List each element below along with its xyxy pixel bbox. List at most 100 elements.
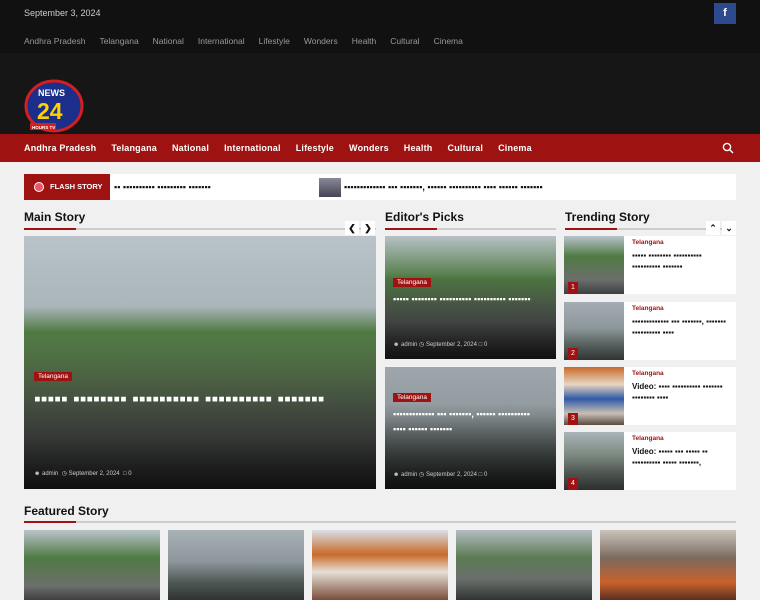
featured-story-heading: Featured Story	[24, 504, 109, 518]
topnav-lifestyle[interactable]: Lifestyle	[259, 36, 290, 46]
featured-story-card[interactable]	[168, 530, 304, 600]
post-meta: ☻ admin ◷ September 2, 2024 □ 0	[393, 471, 487, 478]
trending-category[interactable]: Telangana	[632, 435, 664, 442]
svg-text:24: 24	[37, 98, 63, 124]
author-name[interactable]: admin	[401, 342, 417, 348]
clock-icon: ◷	[419, 472, 425, 478]
featured-story-card[interactable]	[312, 530, 448, 600]
post-date: September 2, 2024	[68, 471, 120, 477]
topnav-cultural[interactable]: Cultural	[390, 36, 419, 46]
trending-category[interactable]: Telangana	[632, 305, 664, 312]
chevron-up-icon[interactable]: ⌃	[706, 221, 720, 235]
editor-pick-title[interactable]: ▪▪▪▪▪▪▪▪▪▪▪▪▪ ▪▪▪ ▪▪▪▪▪▪▪, ▪▪▪▪▪▪ ▪▪▪▪▪▪…	[393, 407, 543, 437]
post-meta: ☻ admin ◷ September 2, 2024 □ 0	[34, 470, 132, 477]
author-name[interactable]: admin	[401, 472, 417, 478]
facebook-icon[interactable]: f	[714, 3, 736, 24]
ticker-thumbnail[interactable]	[319, 178, 341, 197]
svg-text:NEWS: NEWS	[38, 88, 65, 98]
site-logo[interactable]: NEWS 24 HOURS TV	[24, 79, 84, 133]
pulse-dot-icon	[34, 182, 44, 192]
rank-number: 3	[568, 413, 578, 425]
trending-carousel-controls: ⌃ ⌄	[706, 221, 736, 235]
author-name[interactable]: admin	[42, 471, 58, 477]
rank-number: 2	[568, 348, 578, 360]
heading-underline	[24, 228, 376, 230]
comment-icon: □	[478, 342, 483, 348]
comment-count: 0	[483, 472, 488, 478]
current-date: September 3, 2024	[24, 8, 101, 18]
trending-category[interactable]: Telangana	[632, 239, 664, 246]
comment-icon: □	[478, 472, 483, 478]
post-date: September 2, 2024	[425, 472, 477, 478]
top-bar: September 3, 2024 f Andhra Pradesh Telan…	[0, 0, 760, 53]
trending-title[interactable]: Video: ▪▪▪▪▪ ▪▪▪ ▪▪▪▪▪ ▪▪ ▪▪▪▪▪▪▪▪▪▪ ▪▪▪…	[632, 446, 732, 468]
user-icon: ☻	[393, 472, 400, 478]
trending-story-heading: Trending Story	[565, 210, 650, 224]
category-badge[interactable]: Telangana	[34, 372, 72, 381]
main-story-heading: Main Story	[24, 210, 86, 224]
featured-story-card[interactable]	[600, 530, 736, 600]
comment-count: 0	[483, 342, 488, 348]
site-header: NEWS 24 HOURS TV	[0, 53, 760, 134]
ticker-item[interactable]: ▪▪ ▪▪▪▪▪▪▪▪▪▪ ▪▪▪▪▪▪▪▪▪ ▪▪▪▪▪▪▪	[114, 182, 211, 192]
trending-title[interactable]: ▪▪▪▪▪ ▪▪▪▪▪▪▪▪ ▪▪▪▪▪▪▪▪▪▪ ▪▪▪▪▪▪▪▪▪▪ ▪▪▪…	[632, 250, 732, 272]
chevron-right-icon[interactable]: ❯	[361, 221, 375, 235]
flash-story-text: FLASH STORY	[50, 182, 103, 191]
topnav-cinema[interactable]: Cinema	[434, 36, 463, 46]
topnav-andhra-pradesh[interactable]: Andhra Pradesh	[24, 36, 85, 46]
trending-item[interactable]: 3 Telangana Video: ▪▪▪▪ ▪▪▪▪▪▪▪▪▪▪ ▪▪▪▪▪…	[564, 367, 736, 425]
trending-item[interactable]: 4 Telangana Video: ▪▪▪▪▪ ▪▪▪ ▪▪▪▪▪ ▪▪ ▪▪…	[564, 432, 736, 490]
nav-international[interactable]: International	[224, 143, 281, 153]
featured-story-card[interactable]	[24, 530, 160, 600]
main-story-card[interactable]: Telangana ▪▪▪▪▪ ▪▪▪▪▪▪▪▪ ▪▪▪▪▪▪▪▪▪▪ ▪▪▪▪…	[24, 236, 376, 489]
category-badge[interactable]: Telangana	[393, 393, 431, 402]
trending-title[interactable]: ▪▪▪▪▪▪▪▪▪▪▪▪▪ ▪▪▪ ▪▪▪▪▪▪▪, ▪▪▪▪▪▪▪ ▪▪▪▪▪…	[632, 316, 732, 338]
topnav-telangana[interactable]: Telangana	[99, 36, 138, 46]
clock-icon: ◷	[61, 471, 67, 477]
rank-number: 1	[568, 282, 578, 294]
clock-icon: ◷	[419, 342, 425, 348]
ticker-item[interactable]: ▪▪▪▪▪▪▪▪▪▪▪▪▪ ▪▪▪ ▪▪▪▪▪▪▪, ▪▪▪▪▪▪ ▪▪▪▪▪▪…	[344, 182, 543, 192]
heading-underline	[24, 521, 736, 523]
chevron-down-icon[interactable]: ⌄	[722, 221, 736, 235]
post-date: September 2, 2024	[425, 342, 477, 348]
top-nav: Andhra Pradesh Telangana National Intern…	[24, 36, 463, 46]
main-story-title[interactable]: ▪▪▪▪▪ ▪▪▪▪▪▪▪▪ ▪▪▪▪▪▪▪▪▪▪ ▪▪▪▪▪▪▪▪▪▪ ▪▪▪…	[34, 386, 334, 414]
nav-telangana[interactable]: Telangana	[111, 143, 157, 153]
flash-story-label: FLASH STORY	[24, 174, 110, 200]
trending-category[interactable]: Telangana	[632, 370, 664, 377]
user-icon: ☻	[34, 471, 41, 477]
nav-wonders[interactable]: Wonders	[349, 143, 389, 153]
nav-cinema[interactable]: Cinema	[498, 143, 532, 153]
editor-pick-card[interactable]: Telangana ▪▪▪▪▪ ▪▪▪▪▪▪▪▪ ▪▪▪▪▪▪▪▪▪▪ ▪▪▪▪…	[385, 236, 556, 359]
nav-lifestyle[interactable]: Lifestyle	[296, 143, 334, 153]
comment-icon: □	[123, 471, 127, 477]
chevron-left-icon[interactable]: ❮	[345, 221, 359, 235]
main-story-carousel-controls: ❮ ❯	[345, 221, 375, 235]
nav-andhra-pradesh[interactable]: Andhra Pradesh	[24, 143, 96, 153]
trending-title[interactable]: Video: ▪▪▪▪ ▪▪▪▪▪▪▪▪▪▪ ▪▪▪▪▪▪▪ ▪▪▪▪▪▪▪▪ …	[632, 381, 732, 403]
editor-pick-title[interactable]: ▪▪▪▪▪ ▪▪▪▪▪▪▪▪ ▪▪▪▪▪▪▪▪▪▪ ▪▪▪▪▪▪▪▪▪▪ ▪▪▪…	[393, 292, 543, 307]
heading-underline	[385, 228, 556, 230]
comment-count: 0	[128, 471, 132, 477]
post-meta: ☻ admin ◷ September 2, 2024 □ 0	[393, 341, 487, 348]
editors-picks-heading: Editor's Picks	[385, 210, 464, 224]
topnav-international[interactable]: International	[198, 36, 245, 46]
trending-item[interactable]: 1 Telangana ▪▪▪▪▪ ▪▪▪▪▪▪▪▪ ▪▪▪▪▪▪▪▪▪▪ ▪▪…	[564, 236, 736, 294]
featured-story-card[interactable]	[456, 530, 592, 600]
topnav-health[interactable]: Health	[352, 36, 377, 46]
svg-text:HOURS TV: HOURS TV	[32, 125, 55, 130]
rank-number: 4	[568, 478, 578, 490]
nav-national[interactable]: National	[172, 143, 209, 153]
topnav-national[interactable]: National	[153, 36, 184, 46]
category-badge[interactable]: Telangana	[393, 278, 431, 287]
user-icon: ☻	[393, 342, 400, 348]
flash-story-ticker: FLASH STORY ▪▪ ▪▪▪▪▪▪▪▪▪▪ ▪▪▪▪▪▪▪▪▪ ▪▪▪▪…	[24, 174, 736, 200]
editor-pick-card[interactable]: Telangana ▪▪▪▪▪▪▪▪▪▪▪▪▪ ▪▪▪ ▪▪▪▪▪▪▪, ▪▪▪…	[385, 367, 556, 489]
nav-cultural[interactable]: Cultural	[448, 143, 484, 153]
main-nav: Andhra Pradesh Telangana National Intern…	[0, 134, 760, 162]
nav-health[interactable]: Health	[404, 143, 433, 153]
search-icon[interactable]	[722, 142, 734, 154]
topnav-wonders[interactable]: Wonders	[304, 36, 338, 46]
trending-item[interactable]: 2 Telangana ▪▪▪▪▪▪▪▪▪▪▪▪▪ ▪▪▪ ▪▪▪▪▪▪▪, ▪…	[564, 302, 736, 360]
